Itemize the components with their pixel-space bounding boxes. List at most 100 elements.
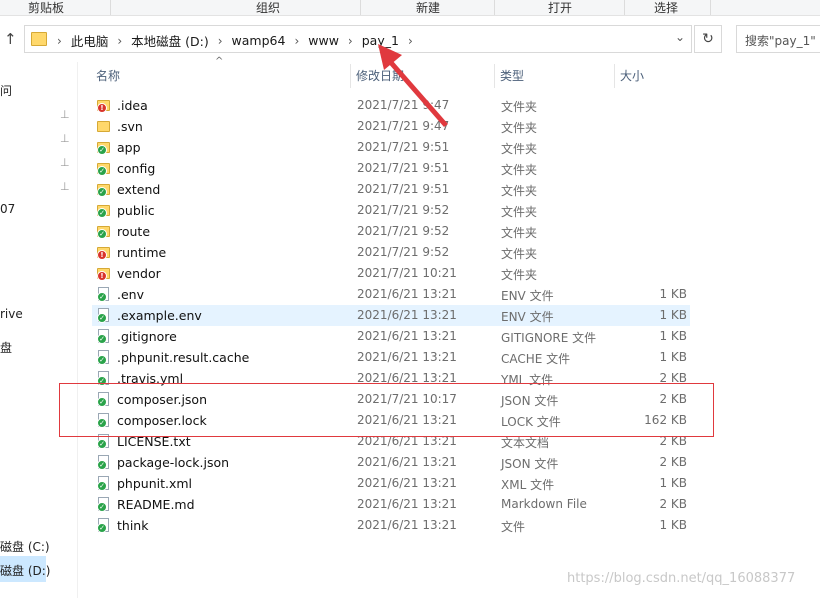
file-icon: ✓ [97, 308, 112, 323]
file-type: 文件夹 [501, 142, 538, 156]
column-header-date[interactable]: 修改日期 [350, 62, 494, 88]
breadcrumb-item[interactable]: pay_1 [362, 33, 399, 48]
file-type: 文件 [501, 520, 526, 534]
chevron-right-icon[interactable]: › [117, 34, 122, 48]
folder-icon: ✓ [97, 182, 112, 197]
file-type: 文件夹 [501, 226, 538, 240]
file-type: 文件夹 [501, 184, 538, 198]
file-name: .idea [117, 98, 148, 113]
breadcrumb-item[interactable]: wamp64 [232, 33, 286, 48]
column-header-name[interactable]: 名称 [90, 62, 350, 88]
nav-item-drive-d[interactable]: 磁盘 (D:) [0, 562, 50, 579]
ribbon-new-label[interactable]: 新建 [416, 0, 440, 16]
list-item[interactable]: ✓ public 2021/7/21 9:52 文件夹 [92, 200, 690, 221]
checkmark-badge-icon: ✓ [97, 145, 107, 155]
breadcrumb-item[interactable]: 此电脑 [71, 31, 109, 50]
file-type: 文件夹 [501, 100, 538, 114]
list-item[interactable]: ✓ README.md 2021/6/21 13:21 Markdown File 2 … [92, 494, 690, 515]
file-size: 1 KB [659, 476, 687, 490]
file-type: Markdown File [501, 497, 587, 511]
file-icon: ✓ [97, 497, 112, 512]
file-date: 2021/6/21 13:21 [357, 287, 457, 301]
ribbon-open-label[interactable]: 打开 [548, 0, 572, 16]
list-item[interactable]: ✓ route 2021/7/21 9:52 文件夹 [92, 221, 690, 242]
file-date: 2021/7/21 9:52 [357, 245, 450, 259]
list-item[interactable]: ! vendor 2021/7/21 10:21 文件夹 [92, 263, 690, 284]
error-badge-icon: ! [97, 250, 107, 260]
breadcrumb: › 此电脑 › 本地磁盘 (D:) › wamp64 › www › pay_1… [57, 31, 422, 50]
column-header-type[interactable]: 类型 [494, 62, 614, 88]
file-type: XML 文件 [501, 478, 555, 492]
chevron-right-icon[interactable]: › [57, 34, 62, 48]
file-icon: ✓ [97, 518, 112, 533]
checkmark-badge-icon: ✓ [97, 292, 107, 302]
file-size: 1 KB [659, 350, 687, 364]
file-name: .phpunit.result.cache [117, 350, 250, 365]
list-item[interactable]: ✓ package-lock.json 2021/6/21 13:21 JSON 文件… [92, 452, 690, 473]
list-item[interactable]: ✓ .example.env 2021/6/21 13:21 ENV 文件 1 KB [92, 305, 690, 326]
checkmark-badge-icon: ✓ [97, 313, 107, 323]
list-item[interactable]: ✓ app 2021/7/21 9:51 文件夹 [92, 137, 690, 158]
chevron-down-icon[interactable]: ⌄ [675, 30, 685, 44]
ribbon-select-label[interactable]: 选择 [654, 0, 678, 16]
refresh-icon: ↻ [702, 31, 714, 47]
ribbon-organize-label[interactable]: 组织 [256, 0, 280, 16]
list-item[interactable]: ✓ .gitignore 2021/6/21 13:21 GITIGNORE 文件 1 … [92, 326, 690, 347]
pin-icon[interactable]: ⊥ [60, 108, 70, 121]
breadcrumb-item[interactable]: 本地磁盘 (D:) [131, 31, 209, 50]
address-bar[interactable]: › 此电脑 › 本地磁盘 (D:) › wamp64 › www › pay_1… [24, 25, 692, 53]
file-type: 文件夹 [501, 121, 538, 135]
pin-icon[interactable]: ⊥ [60, 180, 70, 193]
list-item[interactable]: ✓ extend 2021/7/21 9:51 文件夹 [92, 179, 690, 200]
checkmark-badge-icon: ✓ [97, 481, 107, 491]
file-type: 文件夹 [501, 268, 538, 282]
list-item[interactable]: ✓ .phpunit.result.cache 2021/6/21 13:21 CAC… [92, 347, 690, 368]
nav-item-drive-c[interactable]: 磁盘 (C:) [0, 538, 50, 555]
list-item[interactable]: .svn 2021/7/21 9:47 文件夹 [92, 116, 690, 137]
checkmark-badge-icon: ✓ [97, 439, 107, 449]
list-item[interactable]: ✓ think 2021/6/21 13:21 文件 1 KB [92, 515, 690, 536]
file-name: runtime [117, 245, 167, 260]
search-input[interactable]: 搜索"pay_1" [736, 25, 820, 53]
pin-icon[interactable]: ⊥ [60, 156, 70, 169]
list-item[interactable]: ! runtime 2021/7/21 9:52 文件夹 [92, 242, 690, 263]
checkmark-badge-icon: ✓ [97, 460, 107, 470]
folder-icon: ! [97, 245, 112, 260]
file-icon: ✓ [97, 476, 112, 491]
file-name: app [117, 140, 141, 155]
up-arrow-icon[interactable]: ↑ [4, 30, 17, 48]
file-size: 1 KB [659, 308, 687, 322]
list-item[interactable]: ✓ phpunit.xml 2021/6/21 13:21 XML 文件 1 KB [92, 473, 690, 494]
file-date: 2021/7/21 9:47 [357, 98, 450, 112]
folder-icon [31, 32, 47, 46]
file-date: 2021/7/21 9:52 [357, 224, 450, 238]
file-name: package-lock.json [117, 455, 230, 470]
nav-item[interactable]: 盘 [0, 339, 12, 356]
nav-item[interactable]: rive [0, 307, 23, 321]
chevron-right-icon[interactable]: › [294, 34, 299, 48]
list-item[interactable]: ✓ config 2021/7/21 9:51 文件夹 [92, 158, 690, 179]
file-name: phpunit.xml [117, 476, 193, 491]
annotation-highlight-box [59, 383, 714, 437]
file-size: 1 KB [659, 518, 687, 532]
file-icon: ✓ [97, 329, 112, 344]
chevron-right-icon[interactable]: › [218, 34, 223, 48]
file-size: 1 KB [659, 329, 687, 343]
ribbon-clipboard-label[interactable]: 剪贴板 [28, 0, 64, 16]
chevron-right-icon[interactable]: › [348, 34, 353, 48]
checkmark-badge-icon: ✓ [97, 166, 107, 176]
refresh-button[interactable]: ↻ [694, 25, 722, 53]
nav-item[interactable]: 07 [0, 202, 15, 216]
chevron-right-icon[interactable]: › [408, 34, 413, 48]
file-name: think [117, 518, 149, 533]
column-header-size[interactable]: 大小 [614, 62, 694, 88]
breadcrumb-item[interactable]: www [308, 33, 339, 48]
list-item[interactable]: ✓ .env 2021/6/21 13:21 ENV 文件 1 KB [92, 284, 690, 305]
nav-item[interactable]: 问 [0, 82, 12, 99]
file-size: 2 KB [659, 497, 687, 511]
list-item[interactable]: ! .idea 2021/7/21 9:47 文件夹 [92, 95, 690, 116]
file-date: 2021/6/21 13:21 [357, 497, 457, 511]
folder-icon: ! [97, 266, 112, 281]
pin-icon[interactable]: ⊥ [60, 132, 70, 145]
file-name: public [117, 203, 155, 218]
